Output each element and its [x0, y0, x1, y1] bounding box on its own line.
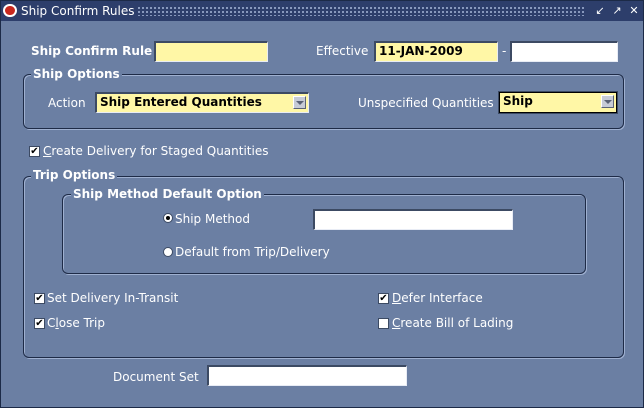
- create-delivery-label-rest: reate Delivery for Staged Quantities: [51, 144, 269, 158]
- unspecified-quantities-select[interactable]: Ship: [498, 91, 618, 114]
- create-delivery-checkbox[interactable]: ✔: [29, 146, 40, 157]
- create-delivery-label[interactable]: Create Delivery for Staged Quantities: [43, 144, 268, 158]
- close-trip-label-post: ose Trip: [58, 316, 105, 330]
- action-select-value: Ship Entered Quantities: [100, 95, 262, 109]
- defer-interface-label-rest: efer Interface: [401, 291, 483, 305]
- create-bill-of-lading-label[interactable]: Create Bill of Lading: [392, 316, 513, 330]
- set-delivery-in-transit-label[interactable]: Set Delivery In-Transit: [47, 291, 178, 305]
- close-trip-checkbox[interactable]: ✔: [34, 318, 45, 329]
- effective-dash: -: [502, 44, 507, 58]
- ship-confirm-rules-window: Ship Confirm Rules ↙ ↗ ✕ Ship Confirm Ru…: [0, 0, 644, 408]
- ship-method-default-group: [62, 194, 586, 274]
- action-label: Action: [48, 96, 86, 110]
- ship-confirm-rule-input[interactable]: [154, 41, 268, 62]
- title-bar-grip: [137, 6, 585, 16]
- ship-method-default-title: Ship Method Default Option: [71, 187, 264, 201]
- close-trip-label[interactable]: Close Trip: [47, 316, 105, 330]
- ship-method-radio[interactable]: [163, 213, 173, 223]
- defer-interface-checkbox[interactable]: ✔: [378, 293, 389, 304]
- maximize-icon[interactable]: ↗: [610, 4, 624, 18]
- unspecified-quantities-label: Unspecified Quantities: [358, 96, 494, 110]
- chevron-down-icon[interactable]: [293, 96, 306, 109]
- effective-to-input[interactable]: [510, 41, 618, 62]
- defer-interface-label[interactable]: Defer Interface: [392, 291, 483, 305]
- trip-options-title: Trip Options: [31, 168, 118, 182]
- unspecified-quantities-value: Ship: [503, 94, 533, 108]
- close-icon[interactable]: ✕: [627, 4, 641, 18]
- create-bill-of-lading-label-rest: reate Bill of Lading: [400, 316, 514, 330]
- ship-method-label: Ship Method: [175, 212, 250, 226]
- effective-from-input[interactable]: 11-JAN-2009: [374, 41, 498, 62]
- minimize-icon[interactable]: ↙: [593, 4, 607, 18]
- ship-method-input[interactable]: [313, 209, 513, 230]
- default-from-trip-radio[interactable]: [163, 247, 173, 257]
- default-from-trip-label: Default from Trip/Delivery: [175, 245, 330, 259]
- oracle-app-icon: [3, 4, 17, 17]
- chevron-down-icon[interactable]: [601, 95, 614, 108]
- title-bar[interactable]: Ship Confirm Rules ↙ ↗ ✕: [1, 1, 643, 21]
- set-delivery-in-transit-checkbox[interactable]: ✔: [34, 293, 45, 304]
- defer-interface-mnemonic: D: [392, 291, 402, 305]
- ship-options-title: Ship Options: [31, 67, 122, 81]
- action-select[interactable]: Ship Entered Quantities: [95, 92, 309, 113]
- create-bill-of-lading-checkbox[interactable]: [378, 318, 389, 329]
- window-title: Ship Confirm Rules: [21, 4, 135, 18]
- ship-confirm-rule-label: Ship Confirm Rule: [31, 44, 153, 58]
- effective-label: Effective: [316, 44, 369, 58]
- document-set-input[interactable]: [207, 365, 407, 386]
- document-set-label: Document Set: [113, 370, 199, 384]
